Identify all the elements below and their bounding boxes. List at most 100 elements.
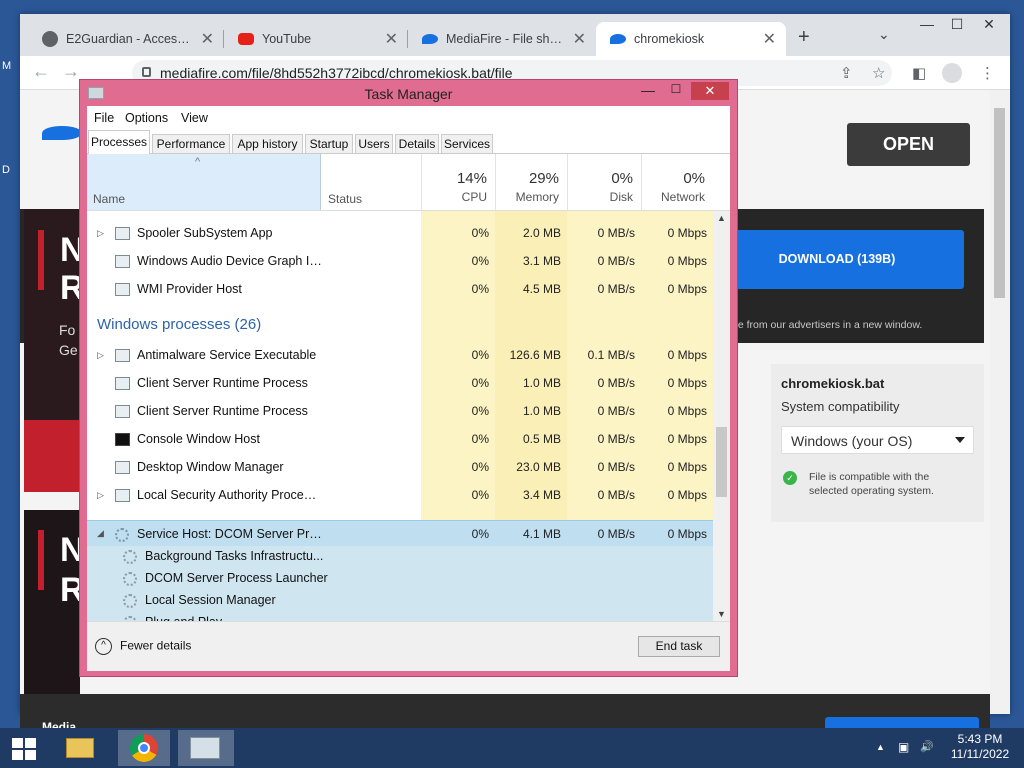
task-manager-body: File Options View Processes Performance … (87, 106, 730, 671)
tab-users[interactable]: Users (355, 134, 393, 154)
scroll-up-icon[interactable]: ▲ (717, 213, 726, 223)
minimize-button[interactable]: — (635, 82, 661, 100)
chrome-button[interactable] (118, 730, 170, 766)
table-row[interactable]: Client Server Runtime Process 0% 1.0 MB … (87, 369, 713, 397)
minimize-button[interactable]: — (912, 14, 942, 36)
network-cell: 0 Mbps (667, 404, 707, 418)
tab-processes[interactable]: Processes (88, 130, 150, 155)
service-row[interactable]: Plug and Play (87, 611, 713, 621)
column-disk[interactable]: 0% Disk (567, 154, 641, 210)
tab-startup[interactable]: Startup (305, 134, 353, 154)
tab-details[interactable]: Details (395, 134, 439, 154)
service-row[interactable]: DCOM Server Process Launcher (87, 567, 713, 589)
os-select[interactable]: Windows (your OS) (781, 426, 974, 454)
service-row[interactable]: Local Session Manager (87, 589, 713, 611)
tab-label: MediaFire - File sharing (446, 32, 567, 46)
group-header[interactable]: Windows processes (26) (87, 309, 421, 341)
tab-performance[interactable]: Performance (152, 134, 230, 154)
table-row[interactable]: ▷ Spooler SubSystem App 0% 2.0 MB 0 MB/s… (87, 219, 713, 247)
tray-arrow-icon[interactable]: ▲ (876, 742, 885, 752)
open-button[interactable]: OPEN (847, 123, 970, 166)
gear-icon (123, 572, 137, 586)
mediafire-logo-icon (42, 126, 82, 140)
table-row[interactable]: ▷ Local Security Authority Process... 0%… (87, 481, 713, 509)
task-manager-icon (190, 737, 220, 759)
menu-options[interactable]: Options (125, 111, 168, 125)
system-compat-label: System compatibility (781, 399, 900, 414)
maximize-button[interactable]: ☐ (663, 82, 689, 100)
column-cpu[interactable]: 14% CPU (421, 154, 495, 210)
forward-button[interactable]: → (62, 61, 80, 82)
console-icon (115, 433, 130, 446)
tab-mediafire[interactable]: MediaFire - File sharing ✕ (408, 22, 596, 56)
scroll-down-icon[interactable]: ▼ (717, 609, 726, 619)
column-header: ^ Name Status 14% CPU 29% Memory 0% Disk… (87, 154, 730, 211)
menu-view[interactable]: View (181, 111, 208, 125)
column-memory[interactable]: 29% Memory (495, 154, 567, 210)
back-button[interactable]: ← (32, 61, 50, 82)
table-row[interactable]: Console Window Host 0% 0.5 MB 0 MB/s 0 M… (87, 425, 713, 453)
memory-cell: 4.5 MB (522, 282, 561, 296)
star-icon[interactable]: ☆ (872, 64, 885, 82)
tab-chromekiosk[interactable]: chromekiosk ✕ (596, 22, 786, 56)
expand-icon[interactable]: ▷ (97, 350, 104, 361)
disk-cell: 0 MB/s (597, 432, 635, 446)
table-row[interactable]: ▷ Antimalware Service Executable 0% 126.… (87, 341, 713, 369)
profile-avatar[interactable] (942, 63, 962, 83)
menu-file[interactable]: File (94, 111, 114, 125)
file-explorer-button[interactable] (58, 730, 102, 766)
process-name: Local Security Authority Process... (137, 488, 322, 502)
taskbar: ▲ ▣ 🔊 5:43 PM 11/11/2022 (0, 728, 1024, 768)
menu-icon[interactable]: ⋮ (980, 64, 995, 82)
expand-icon[interactable]: ▷ (97, 490, 104, 501)
sidepanel-icon[interactable]: ◧ (912, 64, 926, 82)
close-tab-icon[interactable]: ✕ (385, 29, 398, 49)
column-network[interactable]: 0% Network (641, 154, 713, 210)
column-name[interactable]: ^ Name (87, 154, 321, 210)
tab-strip: E2Guardian - Access De ✕ YouTube ✕ Media… (20, 14, 1010, 56)
service-row[interactable]: Background Tasks Infrastructu... (87, 545, 713, 567)
expand-icon[interactable]: ▷ (97, 228, 104, 239)
task-manager-taskbar-button[interactable] (178, 730, 234, 766)
close-button[interactable]: ✕ (691, 82, 729, 100)
fewer-details-button[interactable]: ^ Fewer details (95, 638, 191, 655)
close-tab-icon[interactable]: ✕ (201, 29, 214, 49)
network-total: 0% (683, 170, 705, 187)
tab-services[interactable]: Services (441, 134, 493, 154)
table-row[interactable]: Windows Audio Device Graph Is... 0% 3.1 … (87, 247, 713, 275)
network-icon[interactable]: ▣ (898, 740, 909, 754)
table-row[interactable]: WMI Provider Host 0% 4.5 MB 0 MB/s 0 Mbp… (87, 275, 713, 303)
download-button[interactable]: DOWNLOAD (139B) (710, 230, 964, 289)
clock[interactable]: 5:43 PM 11/11/2022 (940, 732, 1020, 762)
cpu-cell: 0% (471, 254, 489, 268)
tab-youtube[interactable]: YouTube ✕ (224, 22, 408, 56)
process-name: Windows Audio Device Graph Is... (137, 254, 322, 268)
tab-app-history[interactable]: App history (232, 134, 303, 154)
network-cell: 0 Mbps (667, 460, 707, 474)
desktop-icon-label: D (2, 164, 10, 176)
window-icon (115, 461, 130, 474)
title-bar[interactable]: Task Manager — ☐ ✕ (80, 80, 737, 106)
tab-e2guardian[interactable]: E2Guardian - Access De ✕ (28, 22, 224, 56)
table-row[interactable]: Client Server Runtime Process 0% 1.0 MB … (87, 397, 713, 425)
process-name: WMI Provider Host (137, 282, 242, 296)
table-row[interactable]: Desktop Window Manager 0% 23.0 MB 0 MB/s… (87, 453, 713, 481)
share-icon[interactable]: ⇪ (840, 64, 853, 82)
process-scrollbar[interactable]: ▲ ▼ (713, 211, 730, 621)
tab-search-button[interactable]: ⌄ (878, 26, 890, 43)
collapse-icon[interactable]: ◢ (97, 528, 104, 539)
close-button[interactable]: ✕ (974, 14, 1004, 36)
new-tab-button[interactable]: + (798, 26, 810, 49)
process-name: Client Server Runtime Process (137, 404, 308, 418)
scroll-thumb[interactable] (716, 427, 727, 497)
close-tab-icon[interactable]: ✕ (573, 29, 586, 49)
chevron-up-icon: ^ (95, 638, 112, 655)
close-tab-icon[interactable]: ✕ (763, 29, 776, 49)
page-scrollbar[interactable] (990, 90, 1010, 714)
maximize-button[interactable]: ☐ (942, 14, 972, 36)
selected-row[interactable]: ◢ Service Host: DCOM Server Proc... 0% 4… (87, 520, 713, 546)
end-task-button[interactable]: End task (638, 636, 720, 657)
start-button[interactable] (12, 738, 36, 760)
column-status[interactable]: Status (328, 192, 362, 206)
volume-icon[interactable]: 🔊 (920, 740, 934, 753)
